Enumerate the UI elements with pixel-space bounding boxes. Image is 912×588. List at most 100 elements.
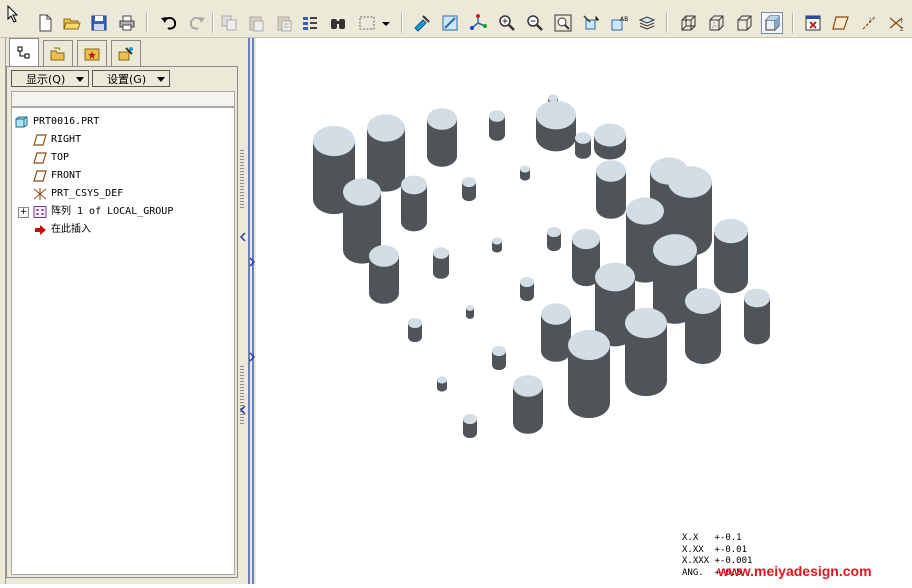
- cylinder-top-face: [595, 262, 635, 292]
- cylinder-feature[interactable]: [744, 288, 770, 345]
- undo-icon[interactable]: [158, 12, 180, 34]
- cylinder-feature[interactable]: [466, 305, 474, 319]
- chevron-down-icon: [157, 77, 165, 82]
- cylinder-feature[interactable]: [568, 329, 610, 419]
- svg-text:Y: Y: [899, 19, 904, 25]
- orient-icon[interactable]: [439, 12, 461, 34]
- navigator-tabs: [6, 38, 238, 66]
- cylinder-feature[interactable]: [427, 108, 457, 167]
- expand-plus-icon[interactable]: +: [18, 207, 29, 218]
- no-hidden-icon[interactable]: [733, 12, 755, 34]
- layers-icon[interactable]: [636, 12, 658, 34]
- cylinder-feature[interactable]: [520, 276, 534, 302]
- cylinder-feature[interactable]: [536, 100, 576, 152]
- shading-icon[interactable]: [761, 12, 783, 34]
- cylinder-top-face: [492, 345, 506, 357]
- tree-item-label: TOP: [51, 152, 70, 163]
- cylinder-top-face: [433, 247, 449, 259]
- expand-right-icon[interactable]: [248, 352, 256, 362]
- cylinder-feature[interactable]: [594, 123, 626, 160]
- cylinder-feature[interactable]: [437, 376, 447, 392]
- cylinder-feature[interactable]: [685, 288, 721, 364]
- cylinder-top-face: [714, 218, 748, 244]
- cylinder-feature[interactable]: [462, 176, 476, 202]
- cylinder-feature[interactable]: [367, 114, 405, 192]
- settings-menu-button[interactable]: 设置(G): [92, 70, 170, 87]
- paste-icon[interactable]: [245, 12, 267, 34]
- model-3d-view: [313, 94, 770, 439]
- cylinder-feature[interactable]: [408, 317, 422, 343]
- cylinder-top-face: [575, 132, 591, 144]
- cylinder-feature[interactable]: [625, 307, 667, 397]
- repaint-icon[interactable]: [411, 12, 433, 34]
- watermark: www.meiyadesign.com: [718, 563, 872, 579]
- cylinder-feature[interactable]: [401, 175, 427, 232]
- regenerate-icon[interactable]: [299, 12, 321, 34]
- svg-text:AB: AB: [620, 16, 628, 23]
- tree-item-label: RIGHT: [51, 134, 82, 145]
- cylinder-top-face: [572, 228, 600, 250]
- cylinder-feature[interactable]: [489, 110, 505, 141]
- favorites-tab[interactable]: [77, 40, 107, 66]
- cylinder-feature[interactable]: [463, 413, 477, 439]
- select-dropdown-icon[interactable]: [379, 12, 393, 34]
- cylinder-feature[interactable]: [492, 237, 502, 253]
- close-window-icon[interactable]: [802, 12, 824, 34]
- saved-views-icon[interactable]: AB: [608, 12, 630, 34]
- cylinder-top-face: [668, 166, 712, 198]
- tree-item-label: 阵列 1 of LOCAL_GROUP: [51, 206, 174, 217]
- new-icon[interactable]: [34, 12, 56, 34]
- cylinder-feature[interactable]: [520, 165, 530, 181]
- print-icon[interactable]: [116, 12, 138, 34]
- save-icon[interactable]: [88, 12, 110, 34]
- model-tree: PRT0016.PRT RIGHT TOP FRONT PRT_CSYS_DEF…: [11, 107, 235, 575]
- datum-axes-icon[interactable]: /: [858, 12, 880, 34]
- cylinder-top-face: [548, 94, 558, 102]
- cylinder-feature[interactable]: [541, 303, 571, 362]
- arrow-cursor-icon: [4, 3, 26, 25]
- spin-center-icon[interactable]: [467, 12, 489, 34]
- panel-splitter[interactable]: [238, 38, 256, 584]
- cylinder-feature[interactable]: [369, 245, 399, 304]
- connections-tab[interactable]: [111, 40, 141, 66]
- open-icon[interactable]: [61, 12, 83, 34]
- expand-right-icon[interactable]: [248, 257, 256, 267]
- cylinder-top-face: [685, 288, 721, 314]
- select-box-icon[interactable]: [355, 12, 379, 34]
- redo-icon[interactable]: [186, 12, 208, 34]
- cylinder-top-face: [536, 100, 576, 130]
- reorient-icon[interactable]: [580, 12, 602, 34]
- paste-special-icon[interactable]: [273, 12, 295, 34]
- cylinder-top-face: [547, 226, 561, 238]
- csys-icon[interactable]: YZ: [886, 12, 908, 34]
- cylinder-top-face: [626, 197, 664, 225]
- collapse-left-icon[interactable]: [239, 405, 247, 415]
- wireframe-icon[interactable]: [677, 12, 699, 34]
- datum-plane-icon: [33, 170, 47, 182]
- chevron-down-icon: [76, 77, 84, 82]
- folder-browser-tab[interactable]: [43, 40, 73, 66]
- zoom-out-icon[interactable]: [524, 12, 546, 34]
- cylinder-top-face: [653, 234, 697, 266]
- datum-planes-icon[interactable]: [830, 12, 852, 34]
- cylinder-feature[interactable]: [714, 218, 748, 294]
- refit-icon[interactable]: [552, 12, 574, 34]
- zoom-in-icon[interactable]: [496, 12, 518, 34]
- cylinder-feature[interactable]: [575, 132, 591, 159]
- cylinder-top-face: [744, 288, 770, 308]
- insert-here-arrow-icon: [35, 225, 46, 235]
- cylinder-feature[interactable]: [547, 226, 561, 252]
- cylinder-feature[interactable]: [513, 375, 543, 434]
- graphics-window[interactable]: [256, 38, 912, 584]
- cylinder-feature[interactable]: [492, 345, 506, 371]
- find-icon[interactable]: [327, 12, 349, 34]
- model-tree-tab[interactable]: [9, 38, 39, 66]
- navigator-panel: 显示(Q) 设置(G) PRT0016.PRT RIGHT TOP FRONT …: [6, 38, 238, 584]
- cylinder-feature[interactable]: [596, 160, 626, 219]
- show-menu-button[interactable]: 显示(Q): [11, 70, 89, 87]
- cylinder-top-face: [466, 305, 474, 311]
- cylinder-feature[interactable]: [433, 247, 449, 279]
- copy-icon[interactable]: [218, 12, 240, 34]
- hidden-line-icon[interactable]: [705, 12, 727, 34]
- collapse-left-icon[interactable]: [239, 232, 247, 242]
